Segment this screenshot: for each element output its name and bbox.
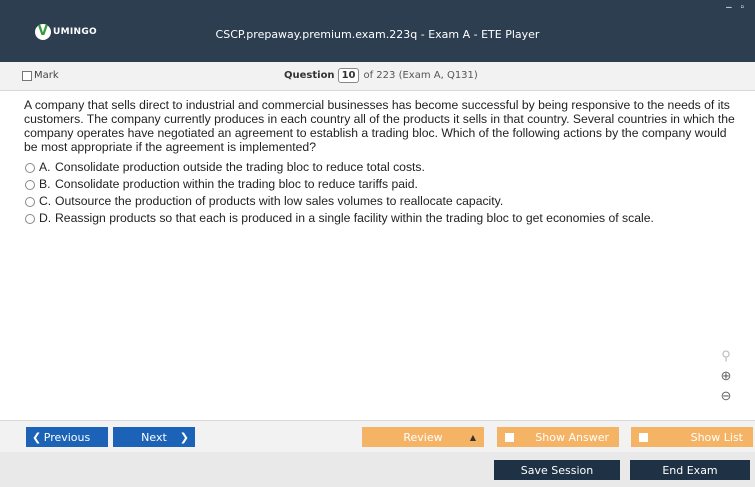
option-c[interactable]: C. Outsource the production of products … bbox=[18, 194, 743, 208]
show-list-label: Show List bbox=[690, 430, 743, 444]
title-bar: V UMINGO CSCP.prepaway.premium.exam.223q… bbox=[0, 0, 755, 62]
mark-label: Mark bbox=[34, 70, 59, 81]
chevron-left-icon: ❮ bbox=[32, 430, 42, 444]
radio-button-d[interactable] bbox=[25, 214, 35, 224]
option-letter: C. bbox=[39, 194, 52, 208]
option-letter: B. bbox=[39, 177, 51, 191]
option-text: Consolidate production outside the tradi… bbox=[55, 160, 425, 174]
radio-button-b[interactable] bbox=[25, 180, 35, 190]
question-number-input[interactable]: 10 bbox=[337, 68, 360, 83]
option-d[interactable]: D. Reassign products so that each is pro… bbox=[18, 211, 743, 225]
chevron-right-icon: ❯ bbox=[179, 430, 189, 444]
next-button[interactable]: Next ❯ bbox=[113, 427, 195, 447]
question-bar: Mark Question 10 of 223 (Exam A, Q131) bbox=[0, 62, 755, 91]
mark-checkbox[interactable]: Mark bbox=[22, 70, 59, 81]
radio-button-c[interactable] bbox=[25, 197, 35, 207]
end-exam-button[interactable]: End Exam bbox=[630, 460, 750, 480]
previous-button[interactable]: ❮ Previous bbox=[26, 427, 108, 447]
question-label: Question bbox=[284, 70, 335, 81]
radio-button-a[interactable] bbox=[25, 163, 35, 173]
show-list-checkbox[interactable] bbox=[639, 432, 648, 442]
save-session-button[interactable]: Save Session bbox=[494, 460, 620, 480]
option-text: Outsource the production of products wit… bbox=[55, 194, 504, 208]
navigation-bar: ❮ Previous Next ❯ Review ▲ Show Answer S… bbox=[0, 420, 755, 453]
caret-up-icon: ▲ bbox=[469, 432, 476, 442]
mark-checkbox-box[interactable] bbox=[22, 70, 32, 81]
show-list-button[interactable]: Show List bbox=[631, 427, 753, 447]
option-b[interactable]: B. Consolidate production within the tra… bbox=[18, 177, 743, 191]
search-icon[interactable]: ⚲ bbox=[714, 346, 738, 366]
option-letter: A. bbox=[39, 160, 51, 174]
window-title: CSCP.prepaway.premium.exam.223q - Exam A… bbox=[215, 28, 540, 41]
session-bar: Save Session End Exam bbox=[0, 452, 755, 487]
previous-label: Previous bbox=[43, 430, 91, 444]
window-controls[interactable]: – ▫ bbox=[726, 2, 747, 13]
zoom-in-icon[interactable]: ⊕ bbox=[714, 366, 738, 386]
question-content: A company that sells direct to industria… bbox=[18, 98, 743, 228]
option-text: Reassign products so that each is produc… bbox=[55, 211, 654, 225]
show-answer-button[interactable]: Show Answer bbox=[497, 427, 619, 447]
question-info: Question 10 of 223 (Exam A, Q131) bbox=[284, 68, 478, 83]
review-label: Review bbox=[403, 430, 443, 444]
next-label: Next bbox=[141, 430, 167, 444]
option-a[interactable]: A. Consolidate production outside the tr… bbox=[18, 160, 743, 174]
question-of-text: of 223 (Exam A, Q131) bbox=[363, 70, 478, 81]
option-letter: D. bbox=[39, 211, 52, 225]
zoom-tools: ⚲ ⊕ ⊖ bbox=[714, 346, 738, 406]
show-answer-checkbox[interactable] bbox=[505, 432, 514, 442]
review-button[interactable]: Review ▲ bbox=[362, 427, 484, 447]
zoom-out-icon[interactable]: ⊖ bbox=[714, 386, 738, 406]
show-answer-label: Show Answer bbox=[535, 430, 609, 444]
question-text: A company that sells direct to industria… bbox=[24, 98, 735, 154]
option-text: Consolidate production within the tradin… bbox=[55, 177, 418, 191]
